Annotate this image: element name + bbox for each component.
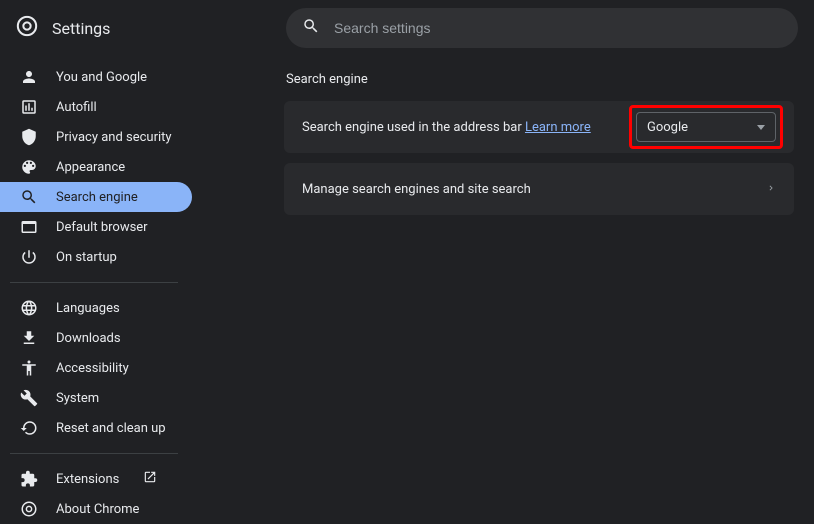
learn-more-link[interactable]: Learn more xyxy=(525,120,591,135)
sidebar-item-privacy[interactable]: Privacy and security xyxy=(0,122,192,152)
open-in-new-icon xyxy=(143,470,157,488)
download-icon xyxy=(20,329,38,347)
search-bar[interactable] xyxy=(286,8,798,48)
sidebar-item-label: Languages xyxy=(56,301,120,316)
sidebar-item-search-engine[interactable]: Search engine xyxy=(0,182,192,212)
row-label-text: Search engine used in the address bar xyxy=(302,120,525,135)
sidebar-item-label: About Chrome xyxy=(56,502,139,517)
sidebar-item-languages[interactable]: Languages xyxy=(0,293,192,323)
extension-icon xyxy=(20,470,38,488)
accessibility-icon xyxy=(20,359,38,377)
sidebar-item-label: Search engine xyxy=(56,190,138,205)
sidebar-item-label: On startup xyxy=(56,250,117,265)
divider xyxy=(10,453,178,454)
sidebar-item-default-browser[interactable]: Default browser xyxy=(0,212,192,242)
sidebar-item-label: Autofill xyxy=(56,100,97,115)
sidebar-item-label: Privacy and security xyxy=(56,130,172,145)
header: Settings xyxy=(0,0,814,56)
sidebar-item-reset[interactable]: Reset and clean up xyxy=(0,413,192,443)
browser-icon xyxy=(20,218,38,236)
sidebar-item-label: Extensions xyxy=(56,472,119,487)
manage-search-row[interactable]: Manage search engines and site search xyxy=(284,163,794,215)
search-engine-dropdown[interactable]: Google xyxy=(636,112,776,142)
section-title: Search engine xyxy=(286,72,794,87)
page-title: Settings xyxy=(52,19,110,38)
row-label: Manage search engines and site search xyxy=(302,182,531,197)
sidebar-item-label: Default browser xyxy=(56,220,148,235)
main-panel: Search engine Search engine used in the … xyxy=(192,56,814,503)
sidebar-item-label: Downloads xyxy=(56,331,121,346)
search-engine-row: Search engine used in the address bar Le… xyxy=(284,101,794,153)
sidebar-item-label: Reset and clean up xyxy=(56,421,166,436)
search-icon xyxy=(20,188,38,206)
shield-icon xyxy=(20,128,38,146)
highlight-annotation: Google xyxy=(629,105,783,149)
sidebar-item-autofill[interactable]: Autofill xyxy=(0,92,192,122)
sidebar-item-label: You and Google xyxy=(56,70,147,85)
sidebar-item-downloads[interactable]: Downloads xyxy=(0,323,192,353)
search-icon xyxy=(302,17,320,39)
wrench-icon xyxy=(20,389,38,407)
sidebar-item-appearance[interactable]: Appearance xyxy=(0,152,192,182)
sidebar-item-about[interactable]: About Chrome xyxy=(0,494,192,524)
palette-icon xyxy=(20,158,38,176)
sidebar-item-system[interactable]: System xyxy=(0,383,192,413)
divider xyxy=(10,282,178,283)
sidebar-item-label: Accessibility xyxy=(56,361,129,376)
sidebar: You and Google Autofill Privacy and secu… xyxy=(0,56,192,503)
sidebar-item-label: System xyxy=(56,391,99,406)
autofill-icon xyxy=(20,98,38,116)
row-label: Search engine used in the address bar Le… xyxy=(302,120,591,135)
globe-icon xyxy=(20,299,38,317)
person-icon xyxy=(20,68,38,86)
chrome-icon xyxy=(16,15,38,41)
search-input[interactable] xyxy=(334,20,782,36)
chevron-down-icon xyxy=(757,125,765,130)
sidebar-item-extensions[interactable]: Extensions xyxy=(0,464,192,494)
dropdown-value: Google xyxy=(647,120,688,135)
restore-icon xyxy=(20,419,38,437)
logo-wrap: Settings xyxy=(16,15,286,41)
sidebar-item-on-startup[interactable]: On startup xyxy=(0,242,192,272)
sidebar-item-accessibility[interactable]: Accessibility xyxy=(0,353,192,383)
chevron-right-icon xyxy=(766,182,776,197)
sidebar-item-label: Appearance xyxy=(56,160,125,175)
sidebar-item-you-and-google[interactable]: You and Google xyxy=(0,62,192,92)
power-icon xyxy=(20,248,38,266)
